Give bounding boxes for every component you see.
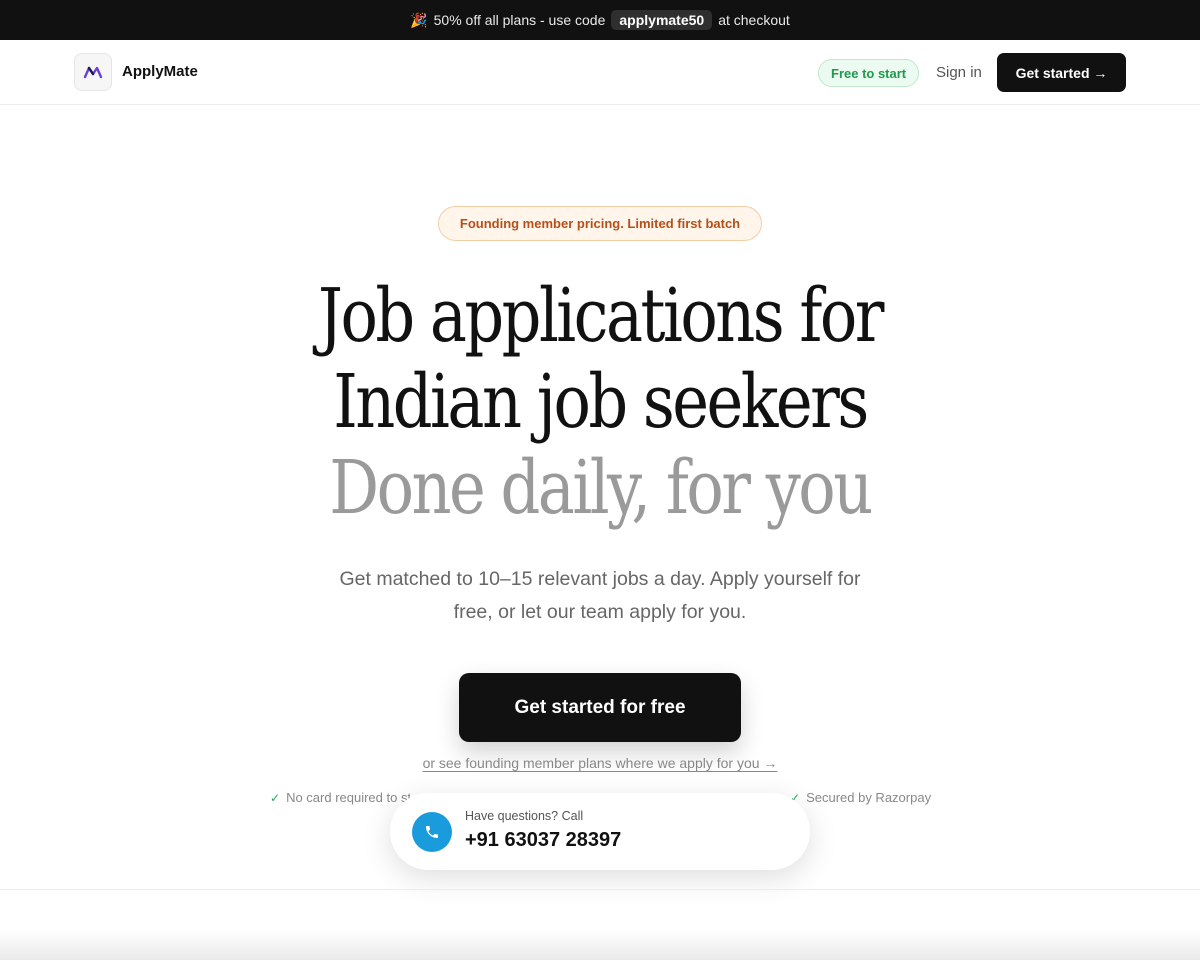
section-divider	[0, 889, 1200, 890]
get-started-free-button[interactable]: Get started for free	[459, 673, 741, 742]
headline-line-3: Done daily, for you	[329, 445, 873, 531]
logo-icon	[83, 66, 103, 79]
get-started-button[interactable]: Get started →	[997, 53, 1126, 92]
party-emoji: 🎉	[410, 11, 428, 28]
trust-text-razorpay: Secured by Razorpay	[806, 790, 932, 805]
hero-subtext: Get matched to 10–15 relevant jobs a day…	[339, 568, 861, 623]
headline-line-1: Job applications for	[318, 273, 884, 359]
founding-plans-link[interactable]: or see founding member plans where we ap…	[423, 755, 778, 771]
promo-banner: 🎉 50% off all plans - use code applymate…	[0, 0, 1200, 40]
brand-name[interactable]: ApplyMate	[122, 63, 198, 80]
phone-number[interactable]: +91 63037 28397	[465, 829, 621, 852]
founding-pricing-badge: Founding member pricing. Limited first b…	[438, 206, 762, 241]
promo-text: 50% off all plans - use code	[433, 12, 606, 28]
plans-link-row: or see founding member plans where we ap…	[0, 755, 1200, 771]
next-section-shadow	[0, 930, 1200, 960]
promo-text-after: at checkout	[718, 12, 790, 28]
top-nav: ApplyMate Free to start Sign in Get star…	[0, 40, 1200, 105]
call-label: Have questions? Call	[465, 809, 584, 823]
trust-text-no-card: No card required to st	[286, 790, 410, 805]
trust-item-razorpay: ✓ Secured by Razorpay	[790, 790, 931, 805]
logo[interactable]	[74, 53, 112, 91]
phone-icon[interactable]	[412, 812, 452, 852]
promo-code: applymate50	[611, 10, 713, 30]
headline-line-2: Indian job seekers	[333, 359, 869, 445]
free-to-start-badge: Free to start	[818, 59, 920, 87]
call-widget[interactable]: Have questions? Call +91 63037 28397	[390, 793, 810, 870]
check-icon: ✓	[270, 790, 281, 805]
trust-item-no-card: ✓ No card required to st	[270, 790, 410, 805]
sign-in-link[interactable]: Sign in	[936, 64, 982, 81]
